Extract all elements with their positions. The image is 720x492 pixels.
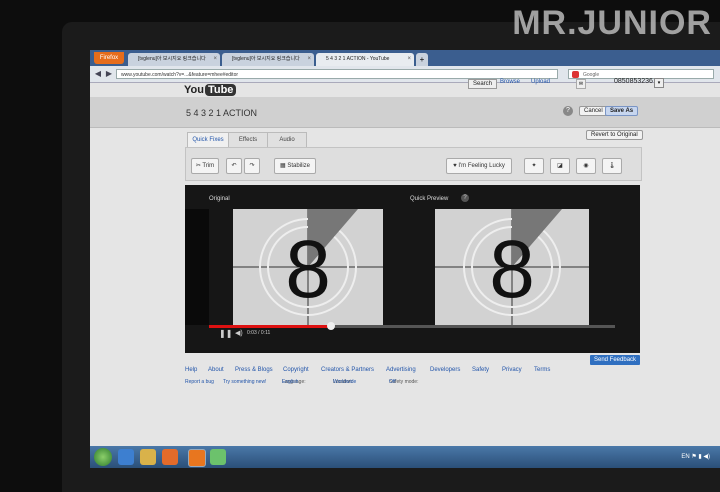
back-icon[interactable]: ◀: [93, 69, 103, 79]
footer-link[interactable]: Help: [185, 367, 197, 373]
account-name[interactable]: 0850853236: [614, 78, 653, 85]
stabilize-button[interactable]: ▦ Stabilize: [274, 158, 316, 174]
report-bug-link[interactable]: Report a bug: [185, 379, 214, 385]
preview-video-frame: 8: [435, 209, 589, 325]
explorer-icon[interactable]: [140, 449, 156, 465]
countdown-digit: 8: [489, 224, 535, 315]
footer-link[interactable]: Terms: [534, 367, 550, 373]
save-as-button[interactable]: Save As: [605, 106, 639, 116]
screen: Firefox [tvglenu]아 보시지요 링크습니다 × [tvglenu]…: [90, 50, 720, 468]
youtube-page: You Tube Search Browse Upload ✉ 085085323…: [90, 78, 720, 448]
tab-quick-fixes[interactable]: Quick Fixes: [187, 132, 229, 148]
countdown-leader-preview: 8: [435, 209, 589, 325]
windows-taskbar: EN ⚑ ▮ ◀): [90, 446, 720, 468]
browser-tab[interactable]: [tvglenu]아 보시지요 링크습니다 ×: [222, 53, 314, 66]
ie-icon[interactable]: [118, 449, 134, 465]
quick-fixes-toolbar: ✂ Trim ↶ ↷ ▦ Stabilize ♥ I'm Feeling Luc…: [185, 147, 642, 181]
footer-link[interactable]: Safety: [472, 367, 489, 373]
quick-preview-label: Quick Preview: [410, 196, 449, 202]
volume-icon[interactable]: ◀): [235, 329, 243, 337]
lightbulb-icon: ♥: [453, 163, 457, 169]
try-new-link[interactable]: Try something new!: [223, 379, 266, 385]
video-player: Original Quick Preview ? 8 8 ❚❚ ◀) 0:03 …: [185, 185, 640, 353]
video-progress-bar[interactable]: [209, 322, 615, 330]
letterbox: [185, 209, 209, 325]
new-tab-button[interactable]: +: [416, 53, 428, 66]
original-video-frame: 8: [233, 209, 383, 325]
help-icon[interactable]: ?: [461, 194, 469, 202]
tab-audio[interactable]: Audio: [267, 132, 307, 148]
chevron-down-icon[interactable]: ▾: [654, 78, 664, 88]
network-icon[interactable]: ▮: [698, 454, 701, 460]
fill-light-icon: ✦: [531, 163, 537, 169]
tab-label: [tvglenu]아 보시지요 링크습니다: [232, 56, 300, 62]
footer-link[interactable]: Press & Blogs: [235, 367, 273, 373]
countdown-leader-original: 8: [233, 209, 383, 325]
time-display: 0:03 / 0:11: [247, 330, 271, 336]
upload-link[interactable]: Upload: [531, 79, 550, 85]
rotate-right-button[interactable]: ↷: [244, 158, 260, 174]
original-label: Original: [209, 196, 230, 202]
footer-link[interactable]: Privacy: [502, 367, 522, 373]
color-temperature-button[interactable]: 🌡: [602, 158, 622, 174]
feeling-lucky-button[interactable]: ♥ I'm Feeling Lucky: [446, 158, 512, 174]
trim-button[interactable]: ✂ Trim: [191, 158, 219, 174]
browser-tabbar: Firefox [tvglenu]아 보시지요 링크습니다 × [tvglenu]…: [90, 50, 720, 66]
contrast-button[interactable]: ◪: [550, 158, 570, 174]
browser-tab-active[interactable]: 5 4 3 2 1 ACTION - YouTube ×: [316, 53, 414, 66]
footer-link[interactable]: Advertising: [386, 367, 416, 373]
footer-link[interactable]: About: [208, 367, 224, 373]
close-icon[interactable]: ×: [307, 53, 311, 66]
contrast-icon: ◪: [557, 163, 563, 169]
language-indicator[interactable]: EN: [681, 454, 689, 460]
browser-tab[interactable]: [tvglenu]아 보시지요 링크습니다 ×: [128, 53, 220, 66]
progress-scrubber[interactable]: [326, 322, 335, 330]
rotate-left-button[interactable]: ↶: [226, 158, 242, 174]
media-player-icon[interactable]: [162, 449, 178, 465]
volume-icon[interactable]: ◀): [703, 454, 710, 460]
saturation-button[interactable]: ◉: [576, 158, 596, 174]
start-button[interactable]: [94, 448, 112, 466]
forward-icon[interactable]: ▶: [104, 69, 114, 79]
browse-link[interactable]: Browse: [500, 79, 520, 85]
google-icon: [572, 71, 579, 78]
saturation-icon: ◉: [583, 163, 589, 169]
progress-fill: [209, 325, 331, 328]
firefox-icon[interactable]: [188, 449, 206, 467]
app-icon[interactable]: [210, 449, 226, 465]
stabilize-icon: ▦: [279, 163, 286, 169]
video-title: 5 4 3 2 1 ACTION: [186, 108, 258, 118]
countdown-digit: 8: [285, 224, 331, 315]
close-icon[interactable]: ×: [213, 53, 217, 66]
scissors-icon: ✂: [195, 163, 201, 169]
url-bar[interactable]: www.youtube.com/watch?v=...&feature=mhee…: [116, 69, 558, 79]
watermark: MR.JUNIOR: [512, 4, 712, 42]
footer-link[interactable]: Creators & Partners: [321, 367, 374, 373]
firefox-menu-button[interactable]: Firefox: [94, 52, 124, 64]
editor-titlebar: 5 4 3 2 1 ACTION ? Cancel Save As: [90, 97, 720, 128]
tab-effects[interactable]: Effects: [228, 132, 268, 148]
footer-link[interactable]: Developers: [430, 367, 460, 373]
footer-link[interactable]: Copyright: [283, 367, 309, 373]
cancel-button[interactable]: Cancel: [579, 106, 608, 116]
tab-label: [tvglenu]아 보시지요 링크습니다: [138, 56, 206, 62]
close-icon[interactable]: ×: [407, 53, 411, 66]
revert-button[interactable]: Revert to Original: [586, 130, 643, 140]
send-feedback-button[interactable]: Send Feedback: [590, 355, 641, 365]
rotate-right-icon: ↷: [249, 163, 255, 169]
thermometer-icon: 🌡: [608, 163, 616, 169]
youtube-logo[interactable]: You Tube: [183, 84, 237, 96]
rotate-left-icon: ↶: [231, 163, 237, 169]
help-icon[interactable]: ?: [563, 106, 573, 116]
mail-icon[interactable]: ✉: [576, 79, 586, 89]
tab-label: 5 4 3 2 1 ACTION - YouTube: [326, 56, 390, 62]
system-tray: EN ⚑ ▮ ◀): [681, 453, 710, 460]
fill-light-button[interactable]: ✦: [524, 158, 544, 174]
play-pause-icon[interactable]: ❚❚: [219, 329, 232, 338]
search-button[interactable]: Search: [468, 79, 498, 89]
flag-icon[interactable]: ⚑: [691, 454, 696, 460]
